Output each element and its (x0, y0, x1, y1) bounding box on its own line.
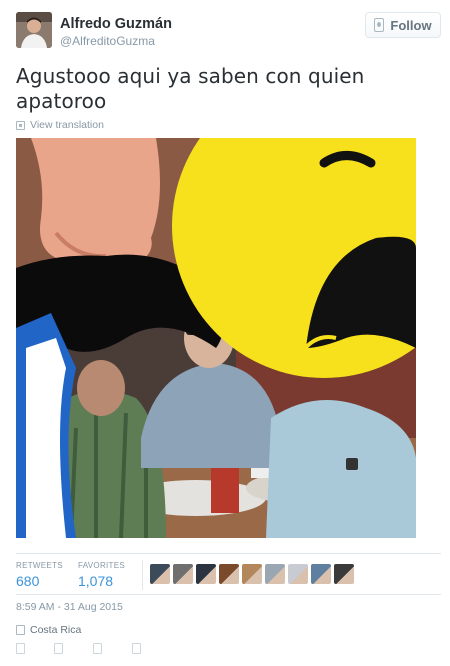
favorites-label: FAVORITES (78, 561, 126, 570)
favoriter-avatar[interactable] (311, 564, 331, 584)
favoriter-avatar[interactable] (334, 564, 354, 584)
user-name[interactable]: Alfredo Guzmán (60, 16, 172, 32)
user-handle[interactable]: @AlfreditoGuzma (60, 34, 155, 48)
favoriter-avatar[interactable] (196, 564, 216, 584)
location-pin-icon (16, 625, 25, 635)
tweet-stats: RETWEETS 680 FAVORITES 1,078 (16, 553, 441, 595)
favoriter-avatar[interactable] (265, 564, 285, 584)
favorites-stat[interactable]: FAVORITES 1,078 (78, 561, 125, 589)
view-translation-label: View translation (30, 119, 104, 131)
follow-user-icon (374, 18, 385, 32)
retweet-icon[interactable] (54, 643, 63, 654)
tweet-photo[interactable] (16, 138, 416, 538)
favoriter-avatar[interactable] (173, 564, 193, 584)
follow-label: Follow (390, 17, 432, 33)
stats-divider (142, 560, 143, 590)
tweet-actions (16, 643, 156, 657)
more-icon[interactable] (132, 643, 141, 654)
view-translation-link[interactable]: View translation (16, 119, 104, 131)
photo-image (16, 138, 416, 538)
tweet-timestamp[interactable]: 8:59 AM - 31 Aug 2015 (16, 601, 123, 613)
reply-icon[interactable] (16, 643, 25, 654)
retweets-stat[interactable]: RETWEETS 680 (16, 561, 63, 589)
favoriter-avatar[interactable] (288, 564, 308, 584)
tweet-location[interactable]: Costa Rica (16, 624, 81, 636)
retweets-label: RETWEETS (16, 561, 63, 570)
favoriter-avatar[interactable] (242, 564, 262, 584)
location-label: Costa Rica (30, 624, 82, 636)
avatar[interactable] (16, 12, 52, 48)
favorite-icon[interactable] (93, 643, 102, 654)
tweet-header: Alfredo Guzmán @AlfreditoGuzma Follow (16, 12, 441, 52)
favoriter-avatars (150, 564, 354, 584)
follow-button[interactable]: Follow (365, 12, 441, 38)
retweets-count: 680 (16, 573, 40, 589)
favorites-count: 1,078 (78, 573, 114, 589)
favoriter-avatar[interactable] (150, 564, 170, 584)
favoriter-avatar[interactable] (219, 564, 239, 584)
tweet-text: Agustooo aqui ya saben con quien apatoro… (16, 64, 365, 113)
translate-icon (16, 120, 25, 130)
